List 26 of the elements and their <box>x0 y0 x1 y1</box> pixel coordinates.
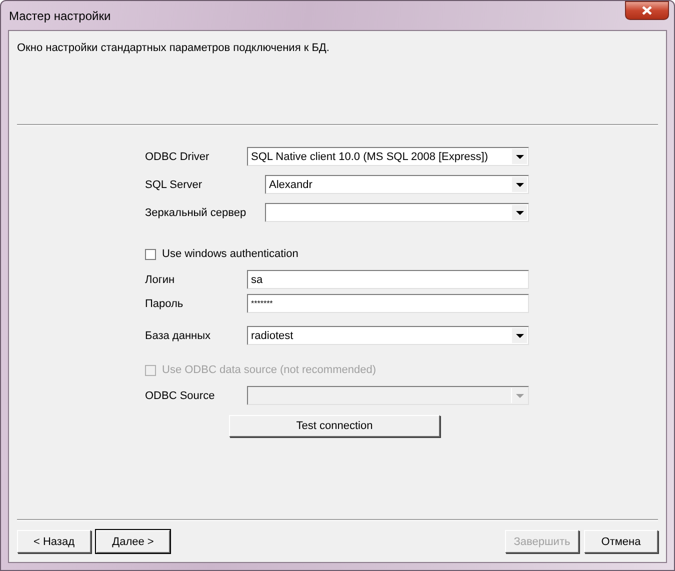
dropdown-field[interactable]: Alexandr <box>265 175 529 194</box>
field-label: ODBC Driver <box>145 150 210 162</box>
close-icon <box>642 6 652 15</box>
field-label: База данных <box>145 330 212 342</box>
dropdown-value: Alexandr <box>269 178 312 190</box>
wizard-button[interactable]: Отмена <box>584 530 658 553</box>
dropdown-field[interactable]: SQL Native client 10.0 (MS SQL 2008 [Express]) <box>247 147 529 166</box>
window-title: Мастер настройки <box>8 8 111 22</box>
dropdown-field[interactable] <box>265 203 529 222</box>
wizard-button[interactable]: Далее > <box>96 530 170 553</box>
input-field[interactable]: ******* <box>247 294 529 313</box>
field-label: Логин <box>145 274 176 286</box>
checkbox-option[interactable]: Use windows authentication <box>145 244 298 264</box>
dropdown-value: radiotest <box>251 330 294 342</box>
field-label: SQL Server <box>145 178 204 190</box>
dropdown-field[interactable]: radiotest <box>247 326 529 345</box>
field-label: ODBC Source <box>145 390 216 402</box>
field-label: Зеркальный сервер <box>145 206 247 218</box>
description-text: Окно настройки стандартных параметров подключения к БД. <box>17 42 330 54</box>
wizard-button[interactable]: < Назад <box>17 530 91 553</box>
checkbox[interactable] <box>145 248 156 260</box>
field-label: Пароль <box>145 298 184 310</box>
input-field[interactable]: sa <box>247 270 529 289</box>
dropdown-value: SQL Native client 10.0 (MS SQL 2008 [Express]) <box>251 150 488 162</box>
close-button[interactable] <box>625 1 669 20</box>
test-connection-button[interactable]: Test connection <box>229 415 440 437</box>
